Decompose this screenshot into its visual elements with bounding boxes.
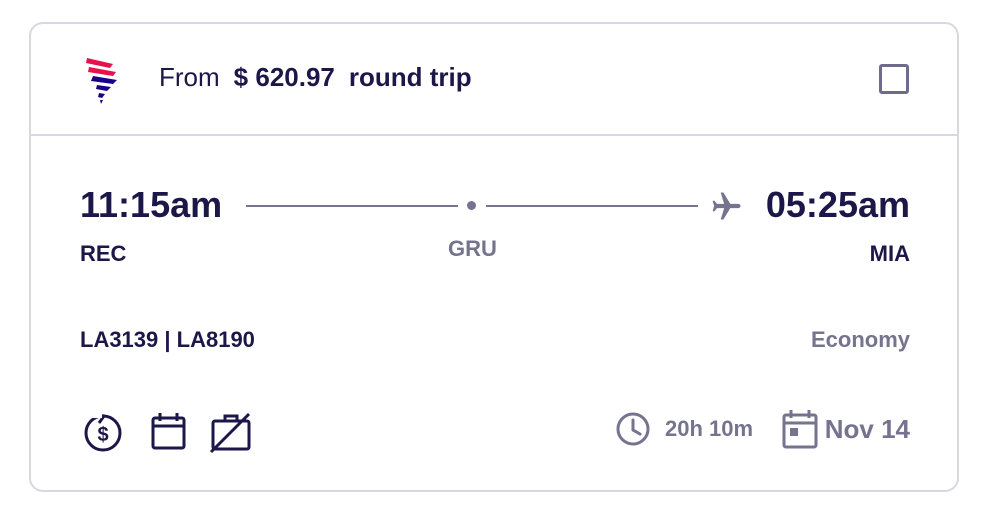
calendar-change-icon	[151, 413, 186, 450]
departure-time: 11:15am	[80, 184, 223, 225]
stop-airport: GRU	[448, 236, 497, 261]
airline-logo-icon	[86, 58, 117, 104]
flight-numbers: LA3139 | LA8190	[80, 327, 255, 352]
flight-date: Nov 14	[824, 414, 910, 444]
trip-type-label: round trip	[348, 62, 472, 92]
departure-airport: REC	[80, 241, 127, 266]
card-header: From $ 620.97 round trip	[31, 24, 957, 136]
stop-dot-icon	[467, 201, 476, 210]
arrival-airport: MIA	[869, 241, 910, 266]
price-summary: From $ 620.97 round trip	[159, 62, 472, 93]
refundable-icon: $	[84, 413, 122, 452]
flight-duration: 20h 10m	[665, 416, 754, 441]
select-flight-checkbox[interactable]	[879, 64, 909, 94]
clock-icon	[616, 412, 650, 446]
flight-result-card[interactable]: From $ 620.97 round trip 11:15am REC GRU 0…	[29, 22, 959, 492]
route-line-segment-1	[246, 205, 458, 207]
cabin-class: Economy	[810, 327, 910, 352]
price-amount: $ 620.97	[233, 62, 335, 92]
svg-text:$: $	[97, 424, 108, 446]
from-label: From	[159, 62, 220, 92]
airplane-icon	[712, 192, 741, 220]
arrival-time: 05:25am	[765, 184, 910, 225]
no-checked-bag-icon	[209, 412, 251, 454]
route-line-segment-2	[486, 205, 698, 207]
calendar-icon	[782, 410, 818, 449]
